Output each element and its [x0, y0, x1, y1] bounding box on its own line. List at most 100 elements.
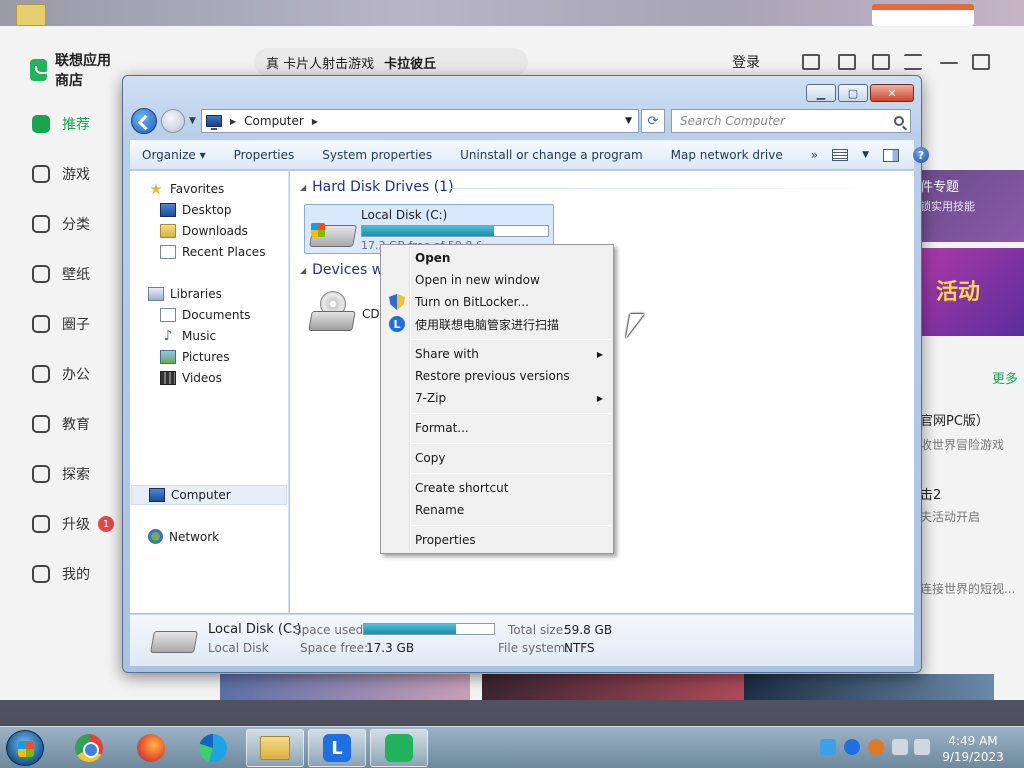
menu-lenovo-scan[interactable]: L 使用联想电脑管家进行扫描	[383, 313, 611, 335]
minimize-icon[interactable]	[940, 62, 958, 64]
card-icon[interactable]	[838, 54, 856, 70]
cd-drive-icon[interactable]	[308, 291, 356, 331]
close-button[interactable]: ✕	[870, 84, 914, 102]
address-dropdown-icon[interactable]: ▼	[625, 116, 632, 126]
nav-libraries[interactable]: Libraries	[148, 287, 222, 301]
taskbar-clock[interactable]: 4:49 AM 9/19/2023	[930, 733, 1016, 765]
menu-rename[interactable]: Rename	[383, 499, 611, 521]
store-app-title[interactable]: 官网PC版）	[920, 410, 989, 429]
menu-create-shortcut[interactable]: Create shortcut	[383, 477, 611, 499]
minimize-button[interactable]: ▁	[806, 84, 836, 102]
taskbar-explorer[interactable]	[246, 729, 304, 767]
store-nav-wallpaper[interactable]: 壁纸	[32, 264, 90, 284]
mail-icon[interactable]	[872, 54, 890, 70]
taskbar-edge[interactable]	[184, 729, 242, 767]
menu-share-with[interactable]: Share with ▶	[383, 343, 611, 365]
store-nav-education[interactable]: 教育	[32, 414, 90, 434]
menu-turn-on-bitlocker[interactable]: Turn on BitLocker...	[383, 291, 611, 313]
nav-network[interactable]: Network	[148, 529, 219, 544]
store-nav-explore[interactable]: 探索	[32, 464, 90, 484]
search-icon[interactable]	[894, 116, 904, 126]
store-banner-event[interactable]: 活动	[912, 248, 1024, 336]
search-input[interactable]: Search Computer	[671, 109, 911, 133]
nav-recent-places[interactable]: Recent Places	[160, 245, 265, 259]
taskbar-app-store[interactable]	[370, 729, 428, 767]
breadcrumb-arrow-icon[interactable]: ▶	[230, 117, 236, 126]
nav-desktop[interactable]: Desktop	[160, 203, 232, 217]
group-devices-removable[interactable]: ◢ Devices wi	[300, 262, 387, 278]
tray-search-icon[interactable]	[868, 739, 884, 755]
compass-icon	[32, 465, 50, 483]
nav-downloads[interactable]: Downloads	[160, 224, 248, 238]
menu-open[interactable]: Open	[383, 247, 611, 269]
store-nav-mine[interactable]: 我的	[32, 564, 90, 584]
maximize-button[interactable]: ▢	[838, 84, 868, 102]
menu-copy[interactable]: Copy	[383, 447, 611, 469]
tray-network-icon[interactable]	[892, 739, 908, 755]
group-hard-disk-drives[interactable]: ◢ Hard Disk Drives (1)	[300, 179, 454, 195]
menu-format[interactable]: Format...	[383, 417, 611, 439]
store-nav-office[interactable]: 办公	[32, 364, 90, 384]
store-banner-topic[interactable]: 件专题 锁实用技能	[912, 170, 1024, 242]
refresh-button[interactable]: ⟳	[641, 109, 665, 133]
nav-videos[interactable]: Videos	[160, 371, 222, 385]
download-icon[interactable]	[802, 54, 820, 70]
back-button[interactable]	[131, 108, 157, 134]
properties-button[interactable]: Properties	[220, 148, 309, 162]
command-bar: Organize ▾ Properties System properties …	[130, 140, 929, 170]
tray-lenovo-icon[interactable]	[844, 739, 860, 755]
menu-icon[interactable]	[904, 54, 922, 70]
nav-documents[interactable]: Documents	[160, 308, 250, 322]
desktop-calendar-gadget[interactable]	[872, 4, 974, 26]
menu-open-new-window[interactable]: Open in new window	[383, 269, 611, 291]
view-dropdown-icon[interactable]: ▼	[862, 150, 869, 160]
drive-name: Local Disk (C:)	[361, 208, 448, 222]
store-thumbnail[interactable]	[744, 674, 994, 700]
recent-pages-dropdown[interactable]: ▼	[189, 116, 196, 126]
address-bar[interactable]: ▶ Computer ▶ ▼	[201, 109, 639, 133]
grid-icon	[32, 215, 50, 233]
store-more-link[interactable]: 更多	[992, 368, 1018, 387]
store-thumbnail[interactable]	[482, 674, 744, 700]
nav-computer[interactable]: Computer	[131, 485, 287, 505]
map-network-drive-button[interactable]: Map network drive	[657, 148, 797, 162]
menu-7zip[interactable]: 7-Zip ▶	[383, 387, 611, 409]
nav-music[interactable]: ♪ Music	[160, 329, 217, 343]
tray-cloud-icon[interactable]	[820, 739, 836, 755]
app-store-title: 联想应用商店	[55, 52, 112, 88]
desktop-folder-icon[interactable]	[16, 4, 46, 26]
breadcrumb-computer[interactable]: Computer	[244, 114, 304, 128]
store-nav-games[interactable]: 游戏	[32, 164, 90, 184]
store-login-button[interactable]: 登录	[732, 52, 760, 72]
details-drive-type: Local Disk	[208, 641, 269, 655]
menu-properties[interactable]: Properties	[383, 529, 611, 551]
organize-button[interactable]: Organize ▾	[130, 148, 220, 162]
more-commands-button[interactable]: »	[797, 148, 832, 162]
breadcrumb-arrow-icon[interactable]: ▶	[312, 117, 318, 126]
preview-pane-icon[interactable]	[882, 148, 899, 162]
uninstall-program-button[interactable]: Uninstall or change a program	[446, 148, 657, 162]
store-nav-categories[interactable]: 分类	[32, 214, 90, 234]
forward-button[interactable]	[161, 109, 185, 133]
space-free-value: 17.3 GB	[366, 641, 415, 655]
store-app-title[interactable]: 击2	[920, 484, 941, 503]
maximize-icon[interactable]	[972, 54, 990, 70]
start-button[interactable]	[6, 730, 44, 766]
nav-favorites[interactable]: ★ Favorites	[148, 182, 224, 197]
store-search-input[interactable]: 真 卡片人射击游戏 卡拉彼丘	[254, 48, 528, 76]
menu-restore-previous-versions[interactable]: Restore previous versions	[383, 365, 611, 387]
change-view-icon[interactable]	[832, 149, 849, 161]
store-nav-upgrade[interactable]: 升级 1	[32, 514, 114, 534]
store-nav-circle[interactable]: 圈子	[32, 314, 90, 334]
taskbar-firefox[interactable]	[122, 729, 180, 767]
cd-drive-name[interactable]: CD	[362, 307, 380, 321]
total-size-value: 59.8 GB	[564, 623, 613, 637]
taskbar-chrome[interactable]	[60, 729, 118, 767]
system-properties-button[interactable]: System properties	[308, 148, 446, 162]
store-thumbnail[interactable]	[220, 674, 470, 700]
help-icon[interactable]: ?	[912, 147, 929, 163]
taskbar-lenovo-manager[interactable]: L	[308, 729, 366, 767]
store-nav-recommend[interactable]: 推荐	[32, 114, 90, 134]
nav-pictures[interactable]: Pictures	[160, 350, 230, 364]
tray-volume-icon[interactable]	[914, 739, 930, 755]
